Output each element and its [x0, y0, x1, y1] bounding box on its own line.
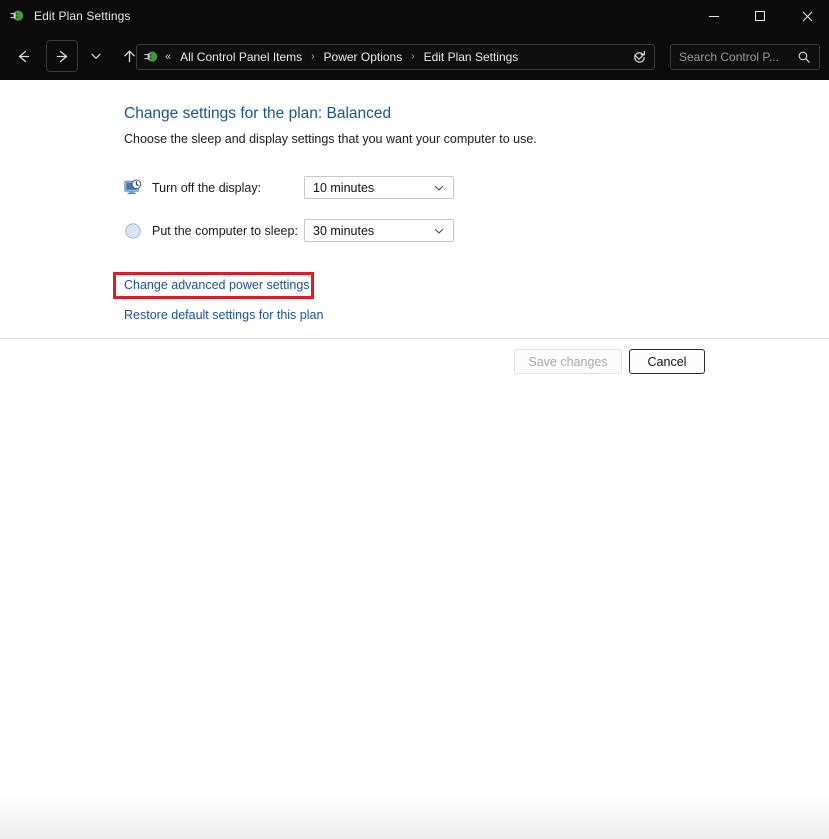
close-button[interactable]	[783, 0, 829, 32]
title-bar: Edit Plan Settings	[0, 0, 829, 32]
refresh-icon	[633, 50, 645, 63]
chevron-down-icon[interactable]	[433, 225, 445, 237]
bottom-gradient	[0, 794, 829, 839]
breadcrumb-item-power-options[interactable]: Power Options	[322, 48, 405, 66]
arrow-up-icon	[123, 50, 135, 62]
save-changes-button[interactable]: Save changes	[514, 349, 622, 374]
combo-turn-off-display[interactable]: 10 minutes	[304, 176, 454, 199]
link-restore-default-settings[interactable]: Restore default settings for this plan	[124, 308, 323, 322]
recent-locations-button[interactable]	[84, 41, 108, 71]
breadcrumb-separator-icon: ›	[411, 51, 415, 62]
search-icon[interactable]	[797, 50, 811, 64]
arrow-right-icon	[56, 50, 67, 62]
address-bar[interactable]: « All Control Panel Items › Power Option…	[136, 44, 655, 70]
window-title: Edit Plan Settings	[34, 9, 131, 23]
maximize-button[interactable]	[737, 0, 783, 32]
forward-button[interactable]	[46, 40, 78, 72]
arrow-left-icon	[18, 50, 29, 62]
combo-value-put-computer-to-sleep: 30 minutes	[313, 223, 375, 238]
breadcrumb-item-all-control-panel-items[interactable]: All Control Panel Items	[178, 48, 304, 66]
breadcrumb-separator-icon: ›	[311, 51, 315, 62]
sleep-moon-icon	[124, 222, 142, 240]
page-subtitle: Choose the sleep and display settings th…	[124, 132, 537, 146]
edit-plan-settings-window: Edit Plan Settings « All Control Panel I…	[0, 0, 829, 839]
chevron-down-icon	[91, 53, 101, 59]
refresh-button[interactable]	[626, 45, 652, 69]
power-plug-icon	[9, 8, 25, 24]
content-area: Change settings for the plan: Balanced C…	[0, 80, 829, 338]
cancel-button[interactable]: Cancel	[629, 349, 705, 374]
chevron-down-icon[interactable]	[433, 182, 445, 194]
search-input[interactable]	[679, 50, 783, 64]
close-icon	[801, 11, 812, 22]
search-box[interactable]	[670, 44, 820, 70]
setting-label-turn-off-display: Turn off the display:	[152, 181, 262, 195]
page-title: Change settings for the plan: Balanced	[124, 105, 392, 122]
setting-row-turn-off-display: Turn off the display:	[124, 176, 261, 200]
link-change-advanced-power-settings[interactable]: Change advanced power settings	[124, 278, 310, 292]
window-controls	[691, 0, 829, 32]
maximize-icon	[755, 11, 765, 21]
combo-put-computer-to-sleep[interactable]: 30 minutes	[304, 219, 454, 242]
breadcrumb-item-edit-plan-settings[interactable]: Edit Plan Settings	[422, 48, 521, 66]
minimize-button[interactable]	[691, 0, 737, 32]
breadcrumb-overflow[interactable]: «	[165, 51, 171, 63]
combo-value-turn-off-display: 10 minutes	[313, 180, 375, 195]
footer-bar: Save changes Cancel	[0, 339, 829, 839]
minimize-icon	[709, 15, 719, 17]
setting-label-put-computer-to-sleep: Put the computer to sleep:	[152, 224, 298, 238]
power-plug-icon	[143, 49, 159, 65]
back-button[interactable]	[8, 41, 38, 71]
display-clock-icon	[124, 179, 142, 197]
setting-row-put-computer-to-sleep: Put the computer to sleep:	[124, 219, 298, 243]
